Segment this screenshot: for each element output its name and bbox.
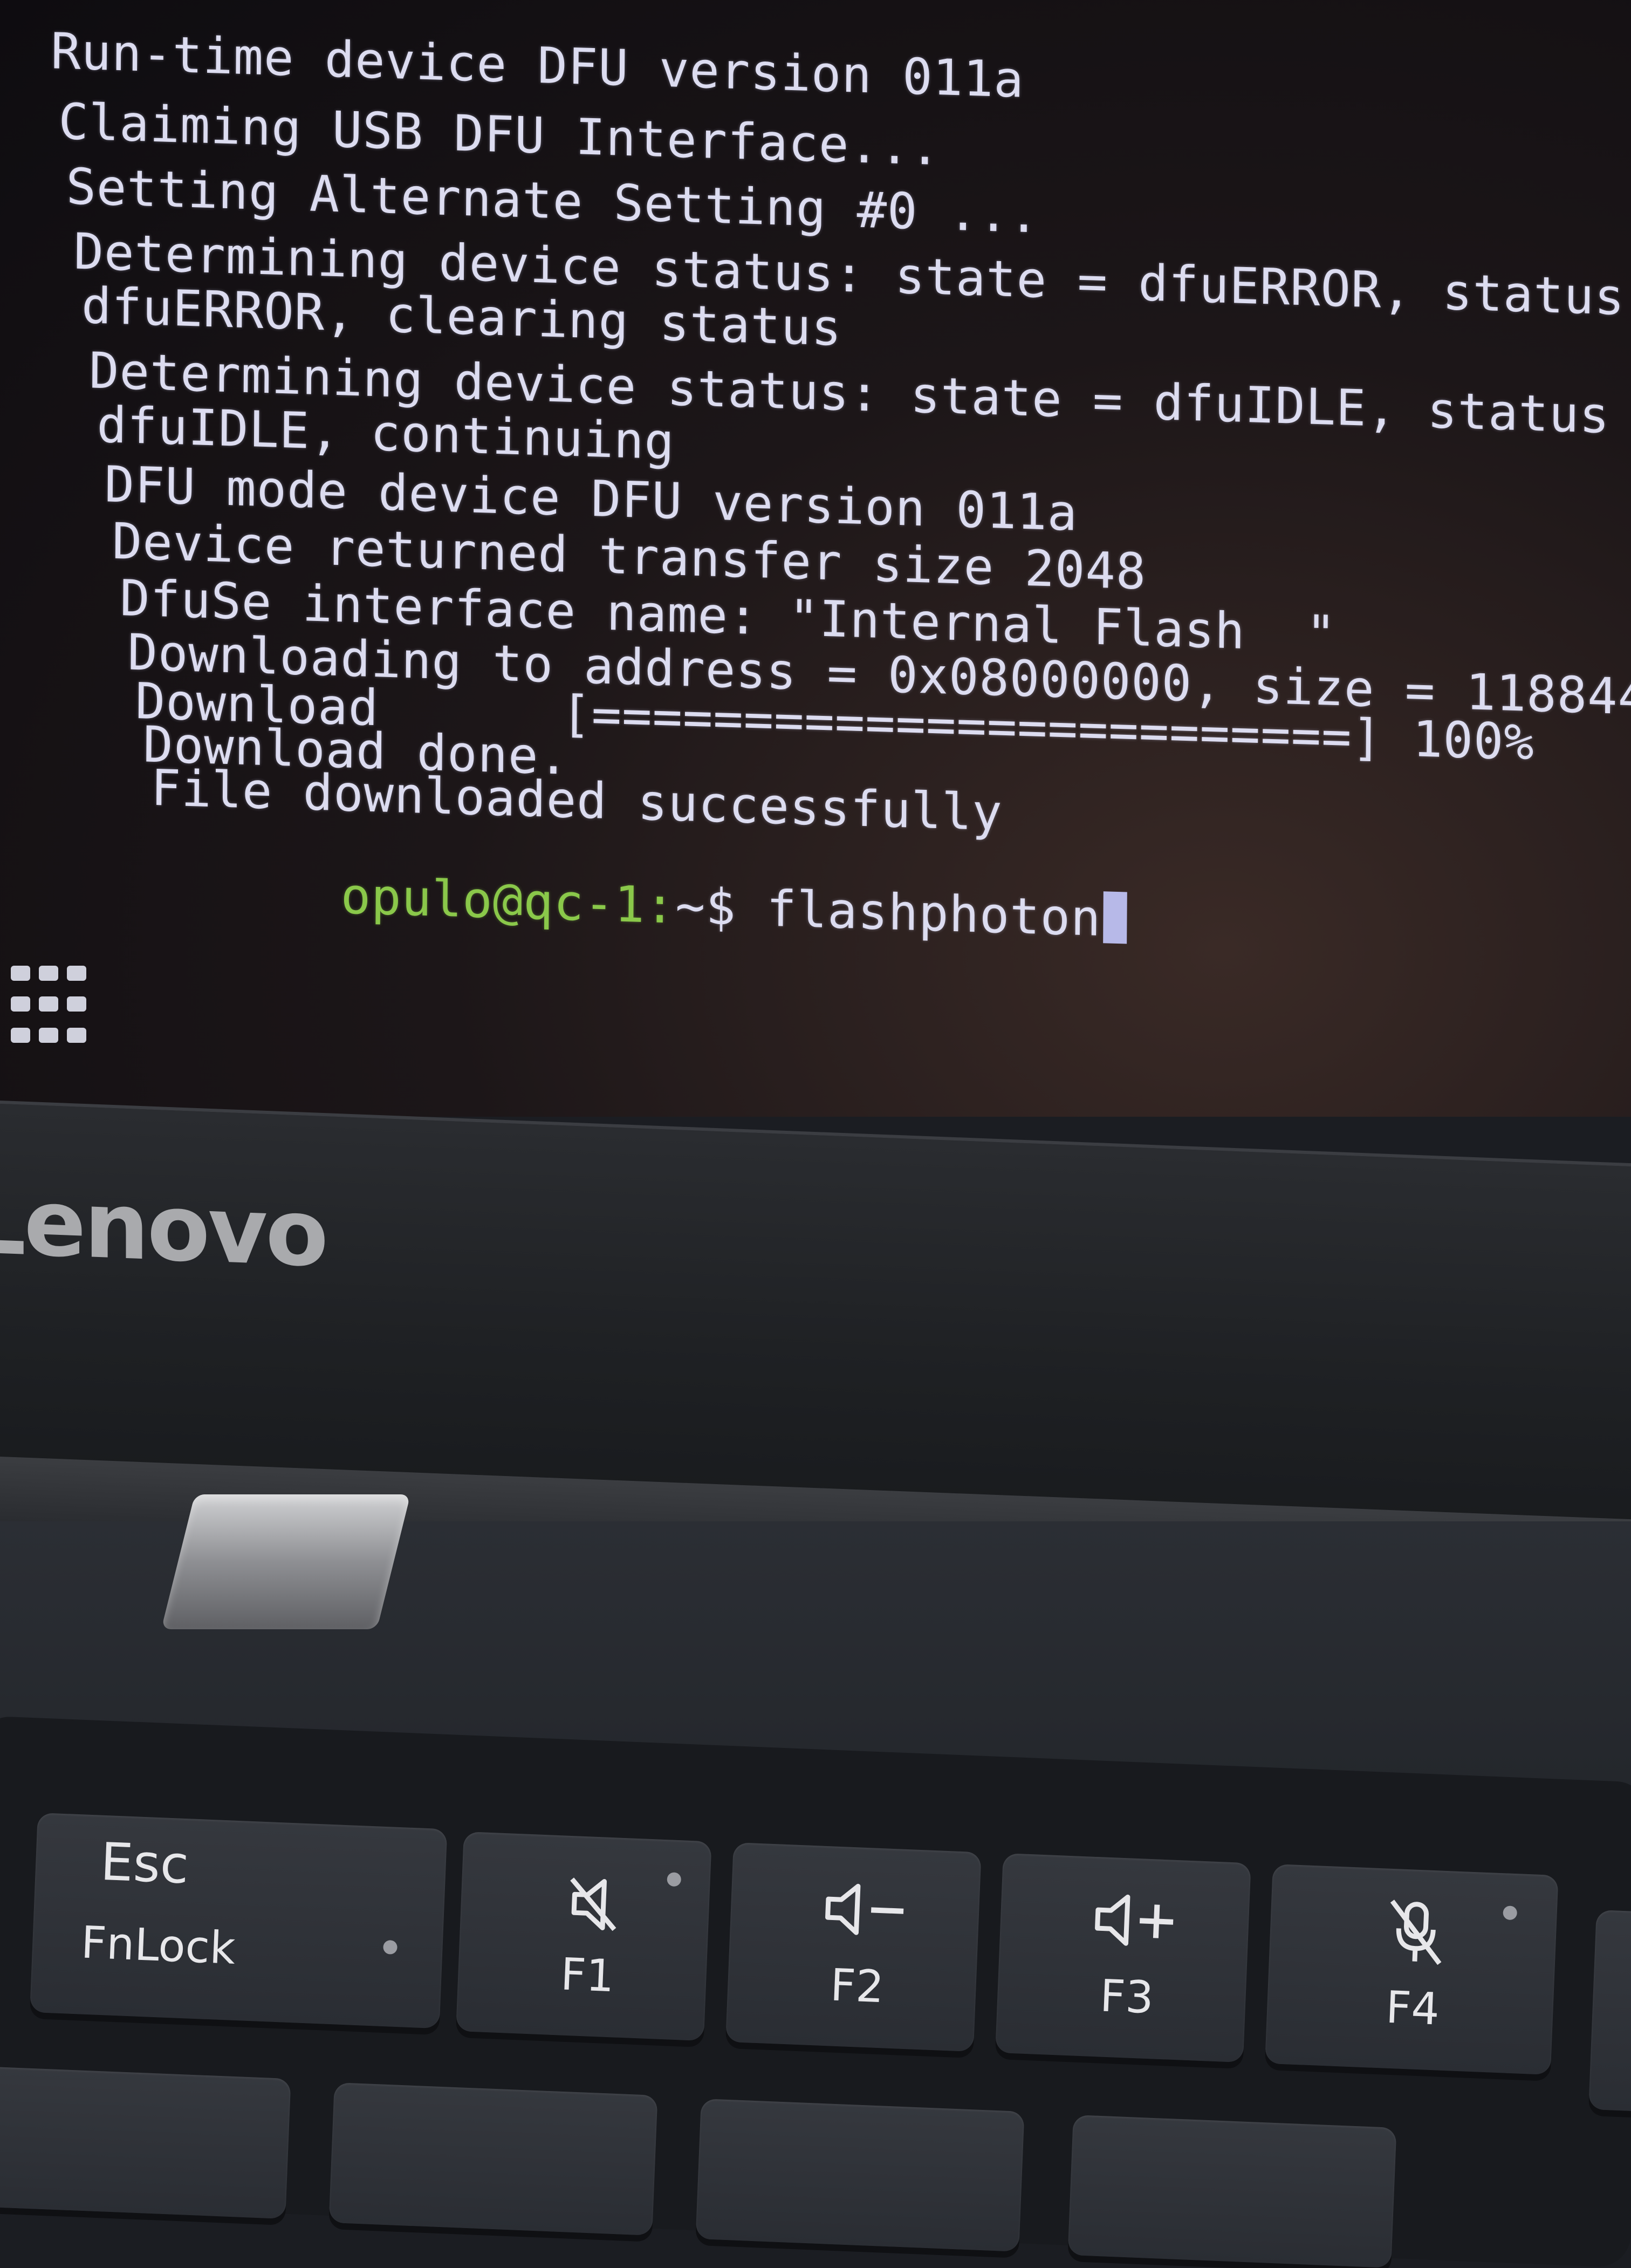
fnlock-indicator <box>383 1939 398 1955</box>
key-label: F3 <box>1099 1970 1155 2024</box>
key-label: Esc <box>99 1831 190 1896</box>
mic-mute-icon <box>1390 1900 1442 1965</box>
command-input[interactable]: flashphoton <box>736 879 1101 947</box>
f4-key[interactable]: F4 <box>1265 1864 1559 2075</box>
f2-key[interactable]: F2 <box>725 1842 982 2052</box>
tilde-key[interactable] <box>0 2066 291 2219</box>
terminal-window[interactable]: Run-time device DFU version 011a Claimin… <box>38 0 1631 1117</box>
mic-mute-indicator <box>1503 1905 1518 1921</box>
key-label: F1 <box>559 1949 615 2003</box>
hinge <box>161 1494 411 1629</box>
text-cursor <box>1103 891 1127 944</box>
one-key[interactable] <box>328 2082 658 2236</box>
key-label: F4 <box>1385 1982 1441 2035</box>
show-applications-icon[interactable] <box>11 966 102 1047</box>
key-sublabel: FnLock <box>80 1917 237 1975</box>
volume-down-icon <box>825 1883 904 1935</box>
command-prompt-line[interactable]: opulo@qc-1:~$ flashphoton <box>157 802 1127 1008</box>
f3-key[interactable]: F3 <box>995 1853 1251 2063</box>
f1-key[interactable]: F1 <box>456 1832 712 2041</box>
three-key[interactable] <box>1067 2115 1397 2268</box>
esc-key[interactable]: Esc FnLock <box>30 1813 448 2029</box>
laptop-screen: Run-time device DFU version 011a Claimin… <box>0 0 1631 1117</box>
lenovo-logo: Lenovo <box>0 1167 327 1288</box>
speaker-mute-icon <box>570 1877 616 1931</box>
mute-indicator <box>667 1872 682 1887</box>
prompt-user-host: opulo@qc-1: <box>340 867 676 935</box>
volume-up-icon <box>1095 1894 1174 1946</box>
f5-key[interactable] <box>1588 1910 1631 2114</box>
key-label: F2 <box>829 1959 885 2013</box>
prompt-path: ~$ <box>675 877 737 937</box>
